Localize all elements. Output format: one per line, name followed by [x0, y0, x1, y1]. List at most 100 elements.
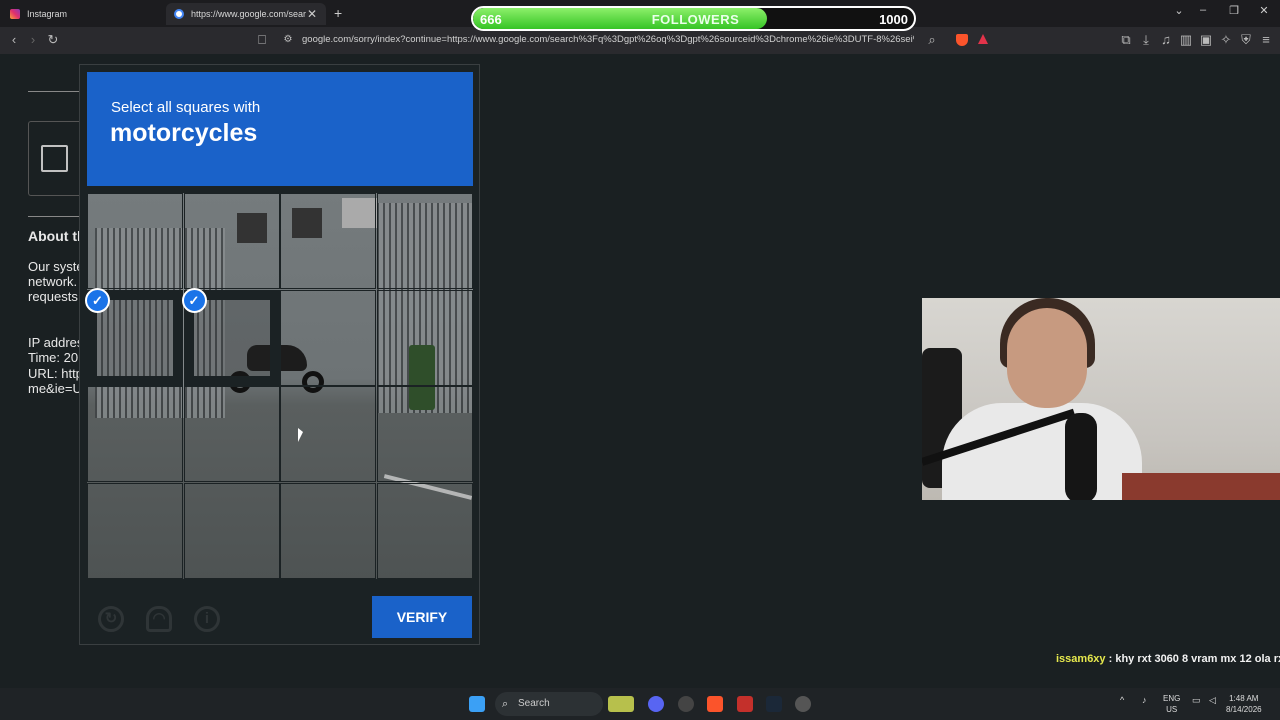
- language-indicator[interactable]: ENG US: [1163, 693, 1180, 715]
- volume-icon[interactable]: ◁: [1209, 695, 1216, 706]
- close-window-icon[interactable]: ✕: [1257, 4, 1271, 17]
- tab-instagram[interactable]: Instagram: [2, 3, 162, 25]
- page-paragraph-line: requests: [28, 289, 78, 304]
- steam-icon[interactable]: [766, 696, 782, 712]
- verify-button[interactable]: VERIFY: [372, 596, 472, 638]
- vpn-icon[interactable]: ⛨: [1238, 32, 1254, 48]
- wallet-icon[interactable]: ▣: [1198, 32, 1214, 48]
- captcha-cell[interactable]: [183, 386, 280, 482]
- mouse-cursor: [298, 428, 303, 442]
- start-icon[interactable]: [469, 696, 485, 712]
- bookmark-icon[interactable]: ⎕: [254, 32, 270, 48]
- captcha-cell[interactable]: [183, 193, 280, 289]
- recaptcha-checkbox[interactable]: [41, 145, 68, 172]
- taskbar: ⌕ Search ^ ♪ ENG US ▭ ◁ 1:48 AM 8/14/202…: [0, 688, 1280, 720]
- page-paragraph-line: network.: [28, 274, 78, 289]
- captcha-cell[interactable]: [376, 289, 473, 386]
- selected-cell-frame: [194, 300, 270, 376]
- discord-icon[interactable]: [648, 696, 664, 712]
- brave-shields-icon[interactable]: [956, 34, 968, 46]
- network-icon[interactable]: ▭: [1192, 695, 1201, 706]
- page-divider: [28, 91, 80, 92]
- webcam-overlay: [922, 298, 1280, 500]
- tab-google-search[interactable]: https://www.google.com/search ✕: [166, 3, 326, 25]
- clock-date: 8/14/2026: [1226, 705, 1262, 714]
- captcha-cell[interactable]: [280, 193, 376, 289]
- captcha-cell[interactable]: [280, 386, 376, 482]
- app-icon[interactable]: [795, 696, 811, 712]
- captcha-target-object: motorcycles: [110, 119, 258, 147]
- new-tab-button[interactable]: +: [334, 5, 348, 21]
- region-label: US: [1166, 705, 1178, 714]
- captcha-cell[interactable]: [87, 386, 183, 482]
- reload-icon[interactable]: ↻: [98, 606, 124, 632]
- captcha-cell[interactable]: [280, 482, 376, 579]
- captcha-cell[interactable]: [376, 193, 473, 289]
- close-tab-icon[interactable]: ✕: [306, 7, 318, 21]
- captcha-cell[interactable]: [87, 193, 183, 289]
- browser-toolbar: ‹ › ↻ ⎕ ⚙ google.com/sorry/index?continu…: [0, 27, 1280, 54]
- back-icon[interactable]: ‹: [6, 32, 22, 48]
- extensions-icon[interactable]: ⧉: [1118, 32, 1134, 48]
- page-divider: [28, 216, 80, 217]
- brave-icon[interactable]: [707, 696, 723, 712]
- brave-rewards-icon[interactable]: [978, 34, 988, 44]
- captcha-header: Select all squares with motorcycles: [87, 72, 473, 186]
- captcha-cell[interactable]: ✓: [181, 287, 280, 386]
- microphone: [1065, 413, 1097, 500]
- reload-page-icon[interactable]: ↻: [45, 32, 61, 48]
- page-paragraph-line: Our syste: [28, 259, 80, 274]
- address-bar[interactable]: google.com/sorry/index?continue=https://…: [302, 34, 914, 45]
- desk: [1122, 473, 1280, 500]
- media-icon[interactable]: ♫: [1158, 32, 1174, 48]
- google-icon: [174, 9, 184, 19]
- checkmark-icon: ✓: [85, 287, 110, 313]
- obs-icon[interactable]: [678, 696, 694, 712]
- tab-list-chevron-icon[interactable]: ⌄: [1172, 4, 1186, 17]
- minimize-icon[interactable]: –: [1196, 4, 1210, 16]
- captcha-cell[interactable]: [376, 482, 473, 579]
- chat-message: issam6xy : khy rxt 3060 8 vram mx 12 ola…: [1056, 653, 1280, 665]
- captcha-image-grid: ✓ ✓: [85, 193, 473, 579]
- tab-title: Instagram: [27, 9, 68, 19]
- person-head: [1007, 308, 1087, 408]
- selected-cell-frame: [97, 300, 173, 376]
- chat-username: issam6xy: [1056, 653, 1106, 665]
- taskbar-search-label: Search: [518, 698, 550, 709]
- page-info-line: IP addres: [28, 335, 80, 350]
- checkmark-icon: ✓: [181, 287, 207, 313]
- captcha-cell[interactable]: [280, 289, 376, 386]
- menu-icon[interactable]: ≡: [1258, 32, 1274, 48]
- site-settings-icon[interactable]: ⚙: [280, 32, 296, 48]
- page-info-line: URL: http: [28, 366, 80, 381]
- tab-title: https://www.google.com/search: [191, 9, 306, 19]
- adobe-icon[interactable]: [737, 696, 753, 712]
- widgets-icon[interactable]: [608, 696, 634, 712]
- search-icon: ⌕: [502, 698, 509, 710]
- followers-label: FOLLOWERS: [651, 12, 740, 27]
- taskbar-search[interactable]: ⌕ Search: [495, 692, 603, 716]
- headphones-icon[interactable]: ◠: [146, 606, 172, 632]
- captcha-instruction: Select all squares with: [111, 99, 261, 116]
- sidebar-icon[interactable]: ▥: [1178, 32, 1194, 48]
- zoom-icon[interactable]: ⌕: [924, 32, 940, 48]
- captcha-cell[interactable]: [183, 482, 280, 579]
- maximize-icon[interactable]: ❐: [1227, 4, 1241, 17]
- followers-goal: 1000: [879, 12, 908, 27]
- captcha-cell[interactable]: ✓: [85, 287, 183, 386]
- info-icon[interactable]: i: [194, 606, 220, 632]
- clock-time: 1:48 AM: [1229, 694, 1259, 703]
- chat-text: : khy rxt 3060 8 vram mx 12 ola rx6600: [1108, 653, 1280, 665]
- captcha-cell[interactable]: [87, 482, 183, 579]
- forward-icon[interactable]: ›: [25, 32, 41, 48]
- page-info-line: Time: 20: [28, 350, 79, 365]
- followers-progress-bar: 666 FOLLOWERS 1000: [471, 6, 916, 31]
- tray-chevron-icon[interactable]: ^: [1120, 695, 1124, 705]
- instagram-icon: [10, 9, 20, 19]
- microphone-tray-icon[interactable]: ♪: [1142, 695, 1147, 705]
- page-heading: About th: [28, 228, 80, 244]
- clock[interactable]: 1:48 AM 8/14/2026: [1226, 693, 1262, 715]
- downloads-icon[interactable]: ⤓: [1138, 32, 1154, 48]
- leo-ai-icon[interactable]: ✧: [1218, 32, 1234, 48]
- captcha-cell[interactable]: [376, 386, 473, 482]
